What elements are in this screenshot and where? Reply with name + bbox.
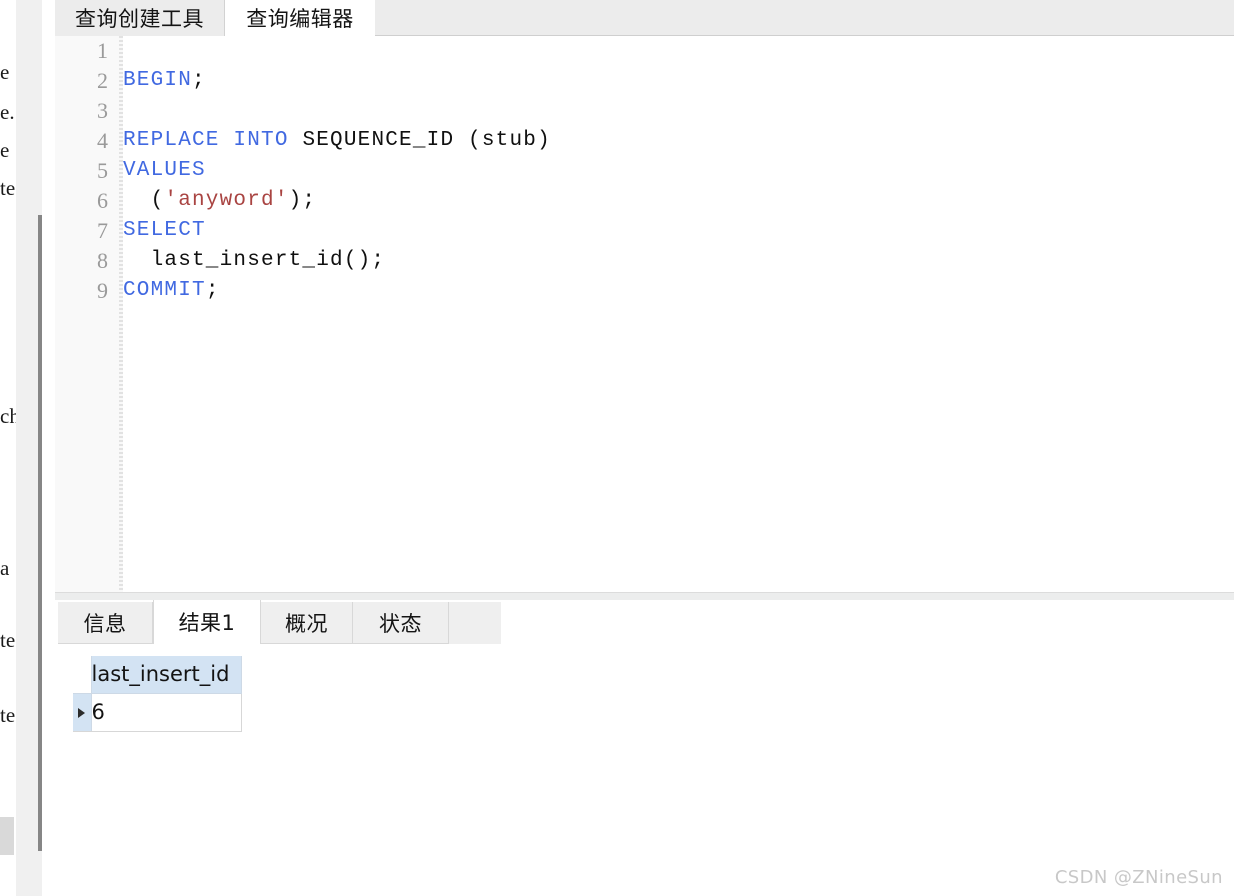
code-line[interactable]: 3: [55, 96, 1234, 126]
clipped-text-fragment: e: [0, 138, 10, 162]
code-line[interactable]: 2 BEGIN;: [55, 66, 1234, 96]
table-cell[interactable]: 6: [91, 693, 242, 732]
code-lines[interactable]: 1 2 BEGIN; 3 4 REPLACE INTO SEQUENCE_ID (stub…: [55, 36, 1234, 592]
clipped-text-fragment: te: [0, 176, 16, 200]
background-gray-box: [0, 817, 14, 855]
code-token-pun: ;: [192, 69, 206, 92]
sql-editor[interactable]: 1 2 BEGIN; 3 4 REPLACE INTO SEQUENCE_ID (stub…: [55, 36, 1234, 592]
code-token-str: 'anyword': [164, 189, 289, 212]
tab-info[interactable]: 信息: [58, 602, 153, 644]
clipped-text-fragment: te: [0, 703, 16, 727]
grid-corner-cell: [73, 656, 92, 694]
clipped-text-fragment: e: [0, 60, 10, 84]
result-grid-panel[interactable]: last_insert_id 6: [55, 644, 1234, 896]
code-line[interactable]: 4 REPLACE INTO SEQUENCE_ID (stub): [55, 126, 1234, 156]
tab-query-builder-label: 查询创建工具: [75, 7, 204, 31]
code-line[interactable]: 9 COMMIT;: [55, 276, 1234, 306]
code-token-pun: );: [288, 189, 317, 212]
code-text: BEGIN;: [123, 66, 206, 96]
panel-splitter[interactable]: [55, 592, 1234, 600]
row-pointer-icon: [78, 707, 85, 718]
code-token-pun: (: [123, 189, 165, 212]
watermark: CSDN @ZNineSun: [1054, 867, 1223, 888]
tab-profile[interactable]: 概况: [261, 602, 353, 644]
code-token-kw: BEGIN: [123, 69, 193, 92]
code-line[interactable]: 7 SELECT: [55, 216, 1234, 246]
line-number: 6: [97, 188, 108, 213]
background-left-panel: e e. e te ch a te te: [0, 0, 55, 896]
query-workspace: 查询创建工具 查询编辑器 1 2 BEGIN; 3 4 REPLACE INTO SEQU…: [55, 0, 1234, 896]
tab-result1[interactable]: 结果1: [153, 600, 261, 644]
code-line[interactable]: 1: [55, 36, 1234, 66]
tab-info-label: 信息: [83, 611, 127, 636]
clipped-text-fragment: e.: [0, 100, 15, 124]
clipped-text-fragment: te: [0, 628, 16, 652]
code-token-pun: ;: [205, 279, 220, 302]
code-token-kw: VALUES: [123, 159, 206, 182]
vertical-scrollbar-track[interactable]: [16, 0, 55, 896]
code-text: ('anyword');: [123, 186, 316, 216]
line-number: 3: [97, 98, 108, 123]
code-token-kw: REPLACE INTO: [123, 129, 303, 152]
tab-query-editor[interactable]: 查询编辑器: [225, 0, 375, 36]
line-number: 4: [97, 128, 108, 153]
code-token-kw: COMMIT: [123, 279, 206, 302]
code-text: VALUES: [123, 156, 206, 186]
code-token-kw: SELECT: [123, 219, 206, 242]
line-number: 9: [97, 278, 108, 303]
tab-query-builder[interactable]: 查询创建工具: [55, 0, 225, 36]
tab-bar-filler: [449, 602, 501, 645]
line-number: 5: [97, 158, 108, 183]
row-marker-cell[interactable]: [73, 693, 92, 732]
tab-query-editor-label: 查询编辑器: [246, 6, 354, 31]
code-text: COMMIT;: [123, 276, 220, 306]
editor-tab-bar: 查询创建工具 查询编辑器: [55, 0, 1234, 36]
line-number: 7: [97, 218, 108, 243]
code-text: last_insert_id();: [123, 246, 385, 276]
tab-status-label: 状态: [379, 611, 422, 636]
result-tab-bar: 信息 结果1 概况 状态: [55, 600, 1234, 645]
result-table-head: last_insert_id: [73, 656, 242, 694]
column-header-last-insert-id[interactable]: last_insert_id: [91, 656, 242, 694]
tab-status[interactable]: 状态: [353, 602, 449, 644]
code-token-idf: SEQUENCE_ID (stub): [302, 129, 551, 152]
tab-result1-label: 结果1: [178, 611, 236, 635]
code-text: SELECT: [123, 216, 206, 246]
line-number: 2: [97, 68, 108, 93]
line-number: 1: [97, 38, 108, 63]
table-row[interactable]: 6: [73, 693, 242, 732]
line-number: 8: [97, 248, 108, 273]
code-line[interactable]: 8 last_insert_id();: [55, 246, 1234, 276]
code-line[interactable]: 5 VALUES: [55, 156, 1234, 186]
code-line[interactable]: 6 ('anyword');: [55, 186, 1234, 216]
result-table-header-row: last_insert_id: [73, 656, 242, 694]
clipped-text-fragment: a: [0, 556, 10, 580]
panel-edge: [42, 0, 55, 896]
code-token-idf: last_insert_id();: [123, 249, 386, 272]
tab-profile-label: 概况: [285, 611, 328, 636]
code-text: REPLACE INTO SEQUENCE_ID (stub): [123, 126, 551, 156]
result-table[interactable]: last_insert_id 6: [73, 656, 242, 732]
result-table-body: 6: [73, 693, 242, 732]
